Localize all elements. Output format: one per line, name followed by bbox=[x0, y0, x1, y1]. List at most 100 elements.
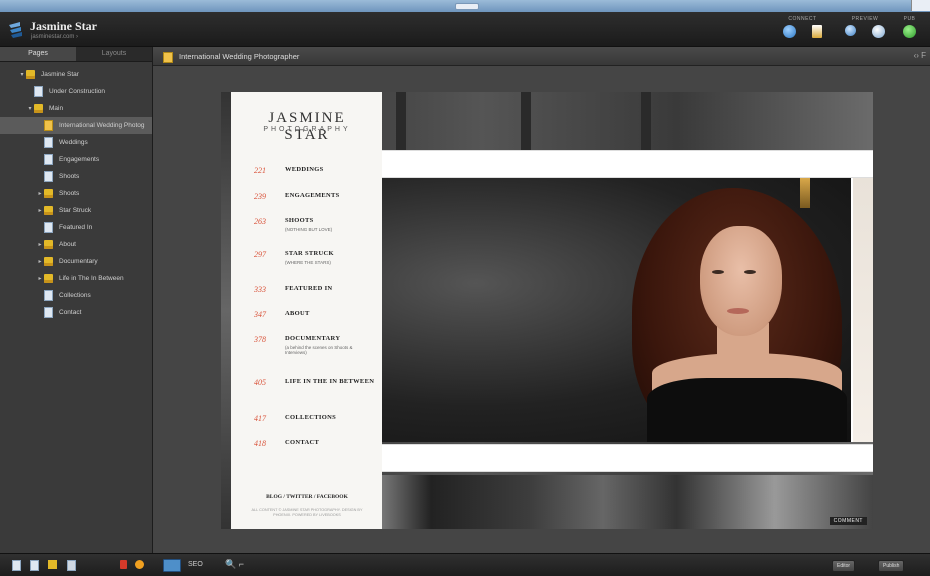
preview-group: PREVIEW bbox=[845, 16, 885, 38]
publish-page-icon[interactable] bbox=[812, 25, 822, 38]
tree-item-weddings[interactable]: Weddings bbox=[0, 134, 152, 151]
bg-column bbox=[521, 92, 531, 150]
menu-item-number: 378 bbox=[254, 335, 266, 344]
page-icon bbox=[44, 171, 53, 182]
tree-item-life-in-between[interactable]: ▸ Life in The In Between bbox=[0, 270, 152, 287]
folder-icon bbox=[44, 206, 53, 215]
tree-item-label: Main bbox=[49, 105, 64, 112]
tree-item-label: About bbox=[59, 241, 76, 248]
menu-item-number: 418 bbox=[254, 439, 266, 448]
page-icon bbox=[44, 120, 53, 131]
window-corner-tab[interactable] bbox=[911, 0, 930, 11]
new-page-icon[interactable] bbox=[12, 560, 21, 571]
menu-item-number: 417 bbox=[254, 414, 266, 423]
menu-item-label: FEATURED IN bbox=[285, 285, 333, 292]
menu-item-label: STAR STRUCK bbox=[285, 250, 334, 257]
tab-layouts[interactable]: Layouts bbox=[76, 47, 152, 61]
pages-sidebar: Pages Layouts ▾ Jasmine Star Under Const… bbox=[0, 47, 153, 553]
app-header: Jasmine Star jasminestar.com › CONNECT P… bbox=[0, 12, 930, 47]
page-icon bbox=[163, 52, 173, 63]
delete-page-icon[interactable] bbox=[120, 560, 127, 569]
publish-label: PUB bbox=[903, 16, 916, 22]
connect-label: CONNECT bbox=[788, 16, 817, 22]
tree-item-international-wedding-photographer[interactable]: International Wedding Photog bbox=[0, 117, 152, 134]
tree-item-label: Weddings bbox=[59, 139, 88, 146]
folder-icon bbox=[44, 257, 53, 266]
tree-item-jasmine-star[interactable]: ▾ Jasmine Star bbox=[0, 66, 152, 83]
page-icon bbox=[44, 222, 53, 233]
footer-banner-strip bbox=[382, 444, 873, 472]
bg-column bbox=[396, 92, 406, 150]
preview-magnifier-icon[interactable] bbox=[845, 25, 856, 36]
menu-item-number: 263 bbox=[254, 217, 266, 226]
tree-item-label: Star Struck bbox=[59, 207, 92, 214]
expand-arrow-icon[interactable]: ▾ bbox=[18, 71, 26, 78]
tab-pages[interactable]: Pages bbox=[0, 47, 76, 61]
tree-item-label: Under Construction bbox=[49, 88, 105, 95]
thumbnail-strip[interactable]: COMMENT bbox=[382, 475, 873, 529]
zoom-icon[interactable]: 🔍 ⌐ bbox=[225, 559, 244, 570]
tree-item-label: Life in The In Between bbox=[59, 275, 124, 282]
page-icon bbox=[44, 137, 53, 148]
expand-arrow-icon[interactable]: ▸ bbox=[36, 241, 44, 248]
editor-button[interactable]: Editor bbox=[832, 560, 856, 572]
next-photo-peek[interactable] bbox=[851, 178, 873, 442]
tree-item-collections[interactable]: Collections bbox=[0, 287, 152, 304]
expand-arrow-icon[interactable]: ▸ bbox=[36, 258, 44, 265]
page-icon bbox=[44, 290, 53, 301]
page-header-controls[interactable]: ‹› F bbox=[914, 51, 926, 60]
hero-portrait-photo bbox=[382, 178, 851, 442]
seo-button[interactable]: SEO bbox=[188, 561, 203, 568]
view-mode-button[interactable] bbox=[163, 559, 181, 572]
publish-button[interactable]: Publish bbox=[878, 560, 905, 572]
tree-item-star-struck[interactable]: ▸ Star Struck bbox=[0, 202, 152, 219]
preview-browser-icon[interactable] bbox=[872, 25, 885, 38]
website-preview[interactable]: JASMINE STAR PHOTOGRAPHY 221 WEDDINGS 23… bbox=[221, 92, 873, 529]
site-social-links[interactable]: BLOG / TWITTER / FACEBOOK bbox=[243, 494, 371, 500]
publish-icon[interactable] bbox=[903, 25, 916, 38]
tree-item-about[interactable]: ▸ About bbox=[0, 236, 152, 253]
site-copyright: ALL CONTENT © JASMINE STAR PHOTOGRAPHY. … bbox=[251, 508, 363, 517]
tree-item-label: Featured In bbox=[59, 224, 93, 231]
folder-icon bbox=[44, 274, 53, 283]
portrait-face bbox=[700, 226, 782, 336]
menu-item-number: 405 bbox=[254, 378, 266, 387]
tree-item-featured-in[interactable]: Featured In bbox=[0, 219, 152, 236]
expand-arrow-icon[interactable]: ▸ bbox=[36, 190, 44, 197]
site-brand-tagline: PHOTOGRAPHY bbox=[263, 126, 351, 133]
expand-arrow-icon[interactable]: ▸ bbox=[36, 207, 44, 214]
publish-group: PUB bbox=[903, 16, 916, 38]
tree-item-documentary[interactable]: ▸ Documentary bbox=[0, 253, 152, 270]
menu-item-number: 347 bbox=[254, 310, 266, 319]
tree-item-label: Shoots bbox=[59, 173, 80, 180]
page-icon bbox=[44, 307, 53, 318]
site-subtitle[interactable]: jasminestar.com › bbox=[31, 34, 78, 40]
tree-item-shoots-folder[interactable]: ▸ Shoots bbox=[0, 185, 152, 202]
expand-arrow-icon[interactable]: ▾ bbox=[26, 105, 34, 112]
tree-item-shoots-page[interactable]: Shoots bbox=[0, 168, 152, 185]
connect-globe-icon[interactable] bbox=[783, 25, 796, 38]
site-title: Jasmine Star bbox=[30, 19, 97, 33]
expand-arrow-icon[interactable]: ▸ bbox=[36, 275, 44, 282]
background-lamp bbox=[800, 178, 810, 208]
menu-item-number: 297 bbox=[254, 250, 266, 259]
folder-icon bbox=[34, 104, 43, 113]
menu-item-sublabel: (NOTHING BUT LOVE) bbox=[285, 227, 333, 232]
comment-button[interactable]: COMMENT bbox=[829, 517, 867, 525]
bg-column bbox=[641, 92, 651, 150]
folder-icon bbox=[44, 240, 53, 249]
tree-item-main[interactable]: ▾ Main bbox=[0, 100, 152, 117]
page-settings-icon[interactable] bbox=[67, 560, 76, 571]
window-grip-handle[interactable] bbox=[455, 3, 479, 10]
left-image-strip bbox=[221, 92, 231, 529]
duplicate-page-icon[interactable] bbox=[30, 560, 39, 571]
portrait-dress bbox=[647, 378, 847, 442]
menu-item-label: SHOOTS bbox=[285, 217, 314, 224]
new-folder-icon[interactable] bbox=[48, 560, 57, 569]
tree-item-contact[interactable]: Contact bbox=[0, 304, 152, 321]
warning-icon[interactable] bbox=[135, 560, 144, 569]
tree-item-under-construction[interactable]: Under Construction bbox=[0, 83, 152, 100]
tree-item-engagements[interactable]: Engagements bbox=[0, 151, 152, 168]
preview-canvas: JASMINE STAR PHOTOGRAPHY 221 WEDDINGS 23… bbox=[153, 66, 930, 553]
menu-item-sublabel: (WHERE THE STARS) bbox=[285, 260, 331, 265]
